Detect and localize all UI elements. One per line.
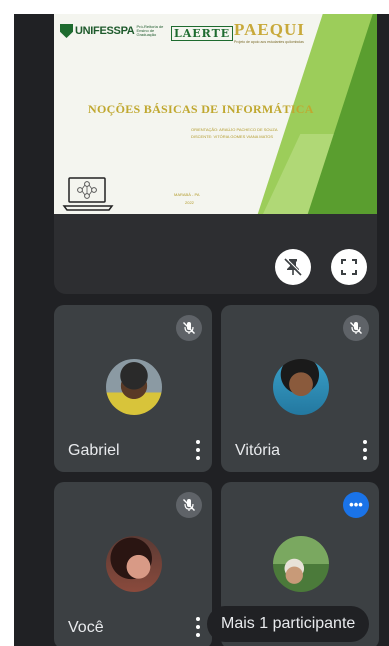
participant-name: Você xyxy=(68,619,104,636)
presentation-tile[interactable]: UNIFESSPA Pró-Reitoria de Ensino de Grad… xyxy=(54,14,377,294)
participant-tile-vitoria[interactable]: Vitória xyxy=(221,305,379,472)
avatar xyxy=(273,536,329,592)
avatar xyxy=(106,359,162,415)
more-options-icon[interactable] xyxy=(196,617,200,637)
fullscreen-icon xyxy=(341,259,357,275)
more-options-icon[interactable] xyxy=(363,440,367,460)
unifesspa-logo: UNIFESSPA Pró-Reitoria de Ensino de Grad… xyxy=(60,24,172,38)
slide-place: MARABÁ - PA xyxy=(174,192,200,197)
fullscreen-button[interactable] xyxy=(331,249,367,285)
slide-orientation: ORIENTAÇÃO: ARAÚJO PACHECO DE SOUZA xyxy=(191,127,278,132)
mic-off-icon xyxy=(176,315,202,341)
unpin-icon xyxy=(284,257,303,276)
participant-name: Vitória xyxy=(235,442,281,459)
laerte-logo: LAERTE xyxy=(171,26,234,41)
avatar xyxy=(273,359,329,415)
more-options-icon[interactable] xyxy=(196,440,200,460)
slide-title: NOÇÕES BÁSICAS DE INFORMÁTICA xyxy=(88,102,314,116)
avatar xyxy=(106,536,162,592)
speaking-dots-icon: ••• xyxy=(343,492,369,518)
participant-name: Gabriel xyxy=(68,442,120,459)
mic-off-icon xyxy=(176,492,202,518)
more-participants-chip[interactable]: Mais 1 participante xyxy=(207,606,370,642)
laptop-network-icon xyxy=(62,177,114,211)
participant-tile-gabriel[interactable]: Gabriel xyxy=(54,305,212,472)
participant-tile-self[interactable]: Você xyxy=(54,482,212,646)
slide-year: 2022 xyxy=(185,200,194,205)
paequi-logo: PAEQUI Projeto de apoio aos estudantes q… xyxy=(234,20,305,44)
slide-discente: DISCENTE: VITÓRIA GOMES VIANA MATOS xyxy=(191,134,274,139)
presentation-slide: UNIFESSPA Pró-Reitoria de Ensino de Grad… xyxy=(54,14,377,214)
mic-off-icon xyxy=(343,315,369,341)
meet-call-screen: UNIFESSPA Pró-Reitoria de Ensino de Grad… xyxy=(14,14,389,646)
unpin-button[interactable] xyxy=(275,249,311,285)
